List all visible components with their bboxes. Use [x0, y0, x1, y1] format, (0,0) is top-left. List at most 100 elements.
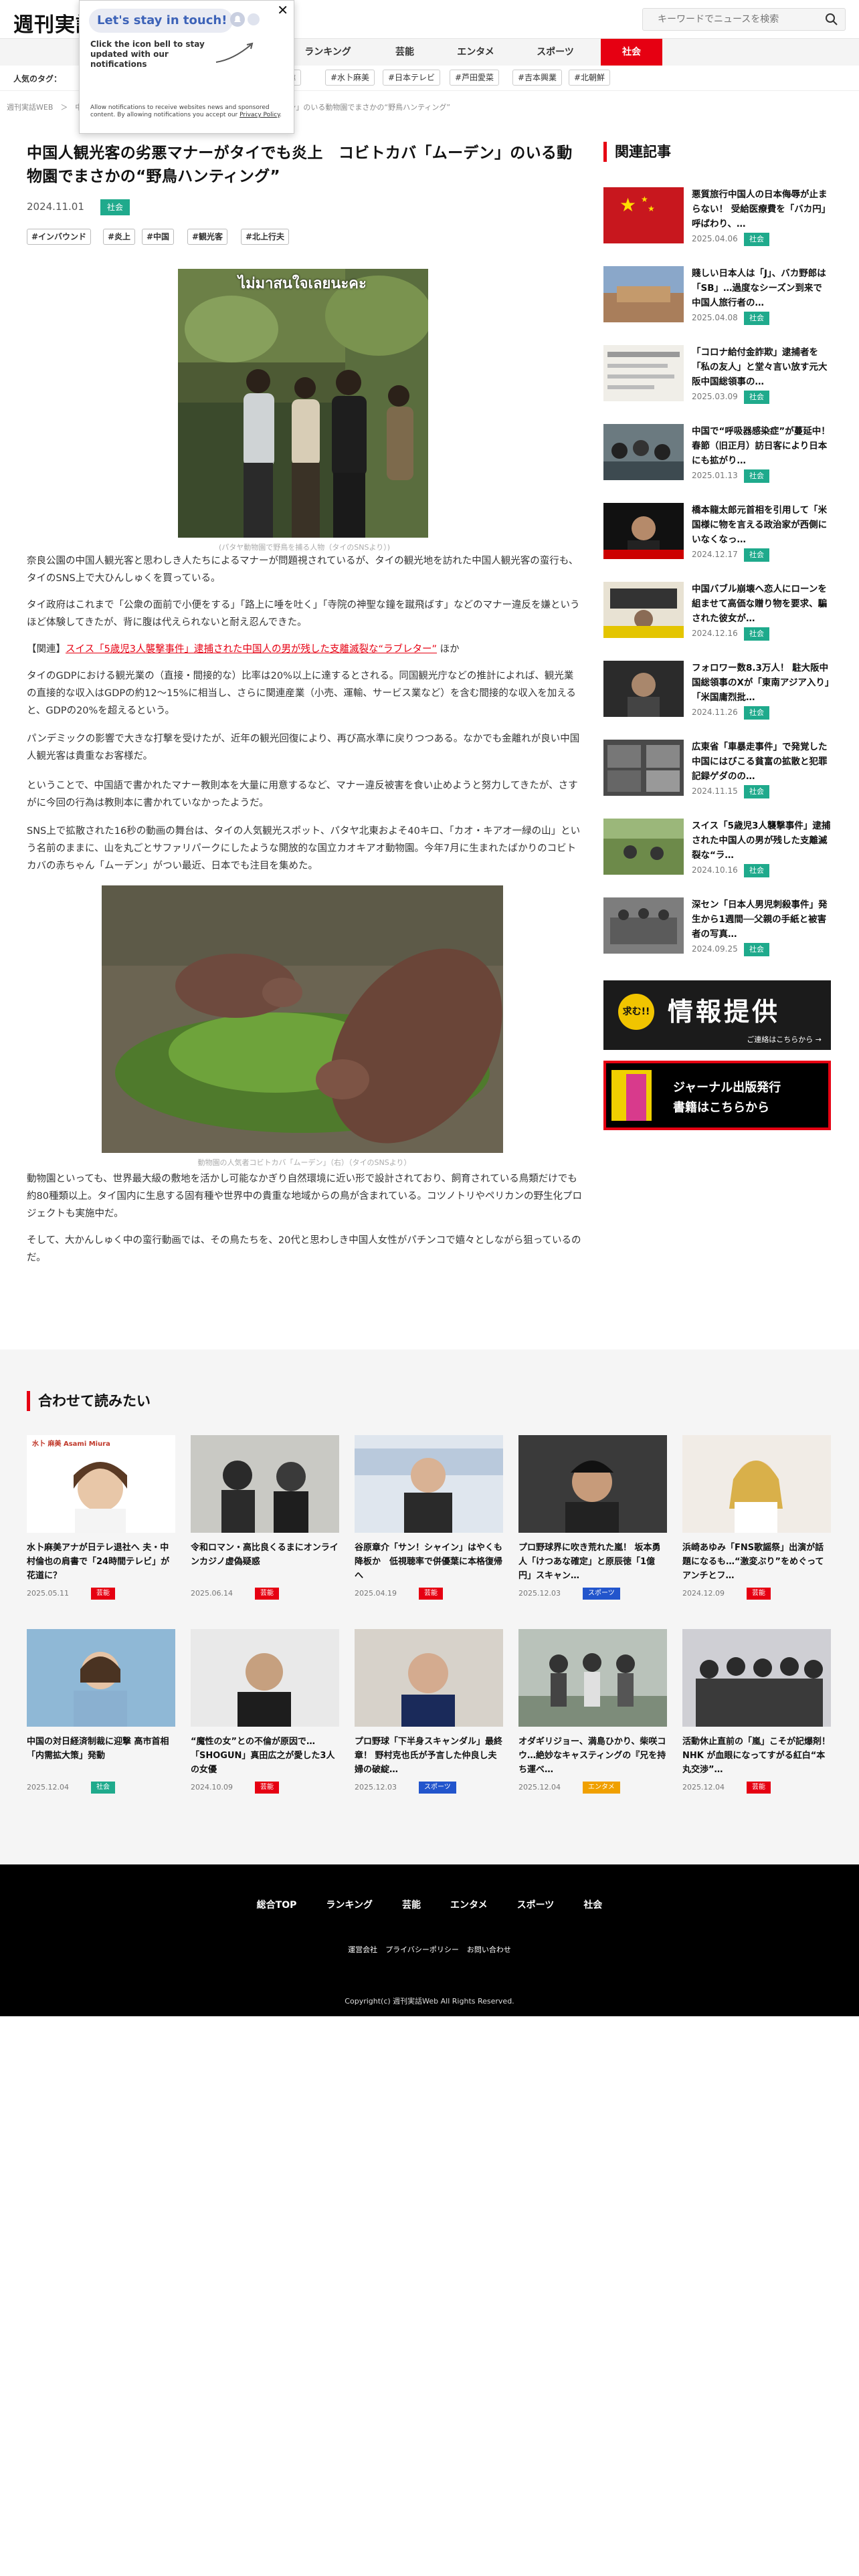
thumbnail — [355, 1629, 503, 1727]
related-item-date: 2024.09.25 — [692, 944, 738, 954]
article-tag[interactable]: #インバウンド — [27, 229, 92, 245]
copyright: Copyright(c) 週刊実話Web All Rights Reserved… — [345, 1997, 514, 2006]
category-badge: 芸能 — [255, 1782, 279, 1794]
recommended-card[interactable]: 谷原章介「サン！シャイン」はやくも降板か 低視聴率で併優葉に本格復帰へ 2025… — [355, 1435, 503, 1616]
article-paragraph: 奈良公園の中国人観光客と思わしき人たちによるマナーが問題視されているが、タイの観… — [27, 556, 579, 584]
footer-nav-geino[interactable]: 芸能 — [402, 1898, 421, 1911]
popular-tags-label: 人気のタグ： — [13, 74, 62, 84]
thumbnail — [603, 819, 684, 875]
thumbnail — [603, 740, 684, 796]
recommended-card[interactable]: 浜崎あゆみ「FNS歌謡祭」出演が話題になるも…“激変ぶり”をめぐってアンチとフ…… — [682, 1435, 831, 1616]
thumbnail — [603, 345, 684, 401]
close-icon[interactable]: ✕ — [277, 2, 288, 18]
video-overlay-text: ไม่มาสนใจเลยนะคะ — [238, 276, 367, 292]
related-item[interactable]: 中国バブル崩壊へ恋人にローンを組ませて高価な贈り物を要求、騙された彼女が… 20… — [603, 582, 831, 655]
related-item[interactable]: スイス「5歳児3人襲撃事件」逮捕された中国人の男が残した支離滅裂な“ラ… 202… — [603, 819, 831, 892]
recommended-card[interactable]: 活動休止直前の「嵐」こそが記爆剤！ NHK が血眼になってすがる紅白“本丸交渉”… — [682, 1629, 831, 1810]
footer-nav-top[interactable]: 総合TOP — [257, 1898, 297, 1911]
related-item[interactable]: 深セン「日本人男児刺殺事件」発生から1週間──父親の手紙と被害者の写真… 202… — [603, 897, 831, 971]
related-item-date: 2024.11.15 — [692, 786, 738, 796]
nav-society[interactable]: 社会 — [601, 39, 662, 66]
bell-icon[interactable] — [227, 10, 262, 34]
article-category-badge[interactable]: 社会 — [100, 199, 130, 215]
related-item[interactable]: フォロワー数8.3万人！ 駐大阪中国総領事のXが「東南アジア入り」「米国庸烈批…… — [603, 661, 831, 734]
recommended-card[interactable]: プロ野球界に吹き荒れた嵐！ 坂本勇人「けつあな確定」と原辰徳「1億円」スキャン…… — [518, 1435, 667, 1616]
nav-ranking[interactable]: ランキング — [294, 39, 361, 66]
related-item[interactable]: 賤しい日本人は「J」、バカ野郎は「SB」…過度なシーズン到来で中国人旅行者の… … — [603, 266, 831, 340]
related-item[interactable]: 「コロナ給付金詐欺」逮捕者を「私の友人」と堂々言い放す元大阪中国総領事の… 20… — [603, 345, 831, 419]
recommended-card[interactable]: オダギリジョー、満島ひかり、柴咲コウ…絶妙なキャスティングの『兄を持ち運べ… 2… — [518, 1629, 667, 1810]
card-date: 2025.12.03 — [518, 1589, 561, 1598]
category-badge: スポーツ — [419, 1782, 456, 1794]
thumbnail — [518, 1435, 667, 1533]
card-date: 2024.12.09 — [682, 1589, 725, 1598]
category-badge: 社会 — [744, 706, 769, 720]
search-icon[interactable] — [825, 13, 838, 29]
card-date: 2025.05.11 — [27, 1589, 69, 1598]
thumbnail — [191, 1435, 339, 1533]
info-request-banner[interactable]: 求む!! 情報提供 ご連絡はこちらから → — [603, 980, 831, 1050]
recommended-card[interactable]: 中国の対日経済制裁に迎撃 高市首相「内需拡大策」発動 2025.12.04 社会 — [27, 1629, 175, 1810]
article-tag[interactable]: #中国 — [142, 229, 175, 245]
article: 中国人観光客の劣悪マナーがタイでも炎上 コビトカバ「ムーデン」のいる動物園でまさ… — [27, 142, 582, 1447]
banner-line2: 書籍はこちらから — [673, 1101, 769, 1115]
footer-nav-ranking[interactable]: ランキング — [326, 1898, 373, 1911]
thumbnail — [191, 1629, 339, 1727]
popular-tag[interactable]: #芦田愛菜 — [450, 70, 500, 86]
search-box[interactable] — [642, 8, 846, 31]
related-item-date: 2025.04.08 — [692, 313, 738, 322]
related-item[interactable]: 橋本龍太郎元首相を引用して「米国様に物を言える政治家が西側にいなくなっ… 202… — [603, 503, 831, 576]
article-tag[interactable]: #炎上 — [103, 229, 136, 245]
nav-geino[interactable]: 芸能 — [375, 39, 435, 66]
related-item-title: 橋本龍太郎元首相を引用して「米国様に物を言える政治家が西側にいなくなっ… — [692, 505, 828, 545]
popular-tag[interactable]: #日本テレビ — [383, 70, 441, 86]
footer-company-link[interactable]: 運営会社 — [348, 1944, 377, 1955]
popular-tag[interactable]: #水卜麻美 — [325, 70, 375, 86]
thumbnail — [603, 582, 684, 638]
nav-sports[interactable]: スポーツ — [522, 39, 589, 66]
popular-tag[interactable]: #吉本興業 — [512, 70, 563, 86]
article-tag[interactable]: #観光客 — [187, 229, 228, 245]
footer-privacy-link[interactable]: プライバシーポリシー — [385, 1944, 459, 1955]
nav-entame[interactable]: エンタメ — [446, 39, 506, 66]
related-item-title: 広東省「車暴走事件」で発覚した中国にはびこる貧富の拡散と犯罪記録ゲダのの… — [692, 742, 828, 782]
thumbnail — [682, 1435, 831, 1533]
card-title: 活動休止直前の「嵐」こそが記爆剤！ NHK が血眼になってすがる紅白“本丸交渉”… — [682, 1737, 831, 1775]
footer-nav-sports[interactable]: スポーツ — [517, 1898, 555, 1911]
article-paragraph: 動物園といっても、世界最大級の敷地を活かし可能なかぎり自然環境に近い形で設計され… — [27, 1174, 583, 1219]
footer-nav-entame[interactable]: エンタメ — [450, 1898, 488, 1911]
related-link-paragraph: 【関連】スイス「5歳児3人襲撃事件」逮捕された中国人の男が残した支離滅裂な“ラブ… — [27, 644, 460, 655]
card-title: プロ野球「下半身スキャンダル」最終章！ 野村克也氏が予言した仲良し夫婦の破綻… — [355, 1737, 503, 1775]
related-article-link[interactable]: スイス「5歳児3人襲撃事件」逮捕された中国人の男が残した支離滅裂な“ラブレター” — [66, 644, 437, 655]
related-item-date: 2024.12.17 — [692, 550, 738, 559]
card-title: 浜崎あゆみ「FNS歌謡祭」出演が話題になるも…“激変ぶり”をめぐってアンチとフ… — [682, 1543, 824, 1581]
category-badge: 芸能 — [91, 1588, 115, 1600]
recommended-title: 合わせて読みたい — [27, 1391, 151, 1411]
photo-caption: (パタヤ動物園で野鳥を捕る人物（タイのSNSより）) — [218, 543, 391, 552]
popular-tag[interactable]: #北朝鮮 — [569, 70, 611, 86]
search-input[interactable] — [643, 9, 817, 30]
related-item[interactable]: 広東省「車暴走事件」で発覚した中国にはびこる貧富の拡散と犯罪記録ゲダのの… 20… — [603, 740, 831, 813]
recommended-card[interactable]: “魔性の女”との不倫が原因で…「SHOGUN」真田広之が愛した3人の女優 202… — [191, 1629, 339, 1810]
recommended-card[interactable]: プロ野球「下半身スキャンダル」最終章！ 野村克也氏が予言した仲良し夫婦の破綻… … — [355, 1629, 503, 1810]
footer-nav-society[interactable]: 社会 — [583, 1898, 602, 1911]
card-title: 水卜麻美アナが日テレ退社へ 夫・中村倫也の肩書で「24時間テレビ」が花道に？ — [27, 1543, 170, 1581]
card-title: オダギリジョー、満島ひかり、柴咲コウ…絶妙なキャスティングの『兄を持ち運べ… — [518, 1737, 666, 1775]
card-date: 2025.12.03 — [355, 1783, 397, 1792]
article-tag[interactable]: #北上行夫 — [241, 229, 290, 245]
article-title: 中国人観光客の劣悪マナーがタイでも炎上 コビトカバ「ムーデン」のいる動物園でまさ… — [27, 144, 573, 185]
footer-contact-link[interactable]: お問い合わせ — [467, 1944, 511, 1955]
article-photo-hippos — [102, 885, 503, 1153]
privacy-policy-link[interactable]: Privacy Policy — [240, 112, 280, 118]
related-item-date: 2024.12.16 — [692, 629, 738, 638]
thumbnail: 水卜 麻美 Asami Miura — [27, 1435, 175, 1533]
recommended-card[interactable]: 水卜 麻美 Asami Miura 水卜麻美アナが日テレ退社へ 夫・中村倫也の肩… — [27, 1435, 175, 1616]
books-banner[interactable]: ジャーナル出版発行 書籍はこちらから — [603, 1061, 831, 1130]
related-item[interactable]: ★ ★ ★ 悪質旅行中国人の日本侮辱が止まらない！ 受給医療費を「バカ円」呼ばわり、… — [603, 187, 831, 261]
recommended-card[interactable]: 令和ロマン・高比良くるまにオンラインカジノ虚偽疑惑 2025.06.14 芸能 — [191, 1435, 339, 1616]
svg-text:★: ★ — [641, 195, 648, 204]
related-item[interactable]: 中国で“呼吸器感染症”が蔓延中！ 春節（旧正月）訪日客により日本にも拡がり… 2… — [603, 424, 831, 498]
thumbnail — [603, 503, 684, 559]
thumbnail — [355, 1435, 503, 1533]
category-badge: 芸能 — [747, 1588, 771, 1600]
